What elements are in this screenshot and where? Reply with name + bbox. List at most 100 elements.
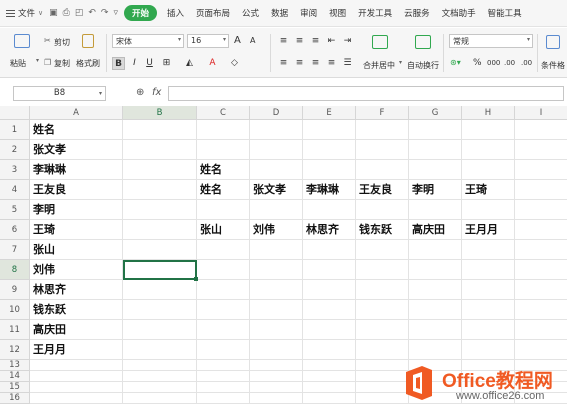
tab-home[interactable]: 开始 <box>124 5 158 21</box>
cell-c5[interactable] <box>197 200 250 220</box>
cell-f4[interactable]: 王友良 <box>356 180 409 200</box>
cell-c16[interactable] <box>197 393 250 404</box>
border-icon[interactable]: ⊞ <box>160 57 173 70</box>
cell-b1[interactable] <box>123 120 197 140</box>
column-header-c[interactable]: C <box>197 106 250 120</box>
row-header-8[interactable]: 8 <box>0 260 30 280</box>
cell-a1[interactable]: 姓名 <box>30 120 123 140</box>
cell-f8[interactable] <box>356 260 409 280</box>
merge-dropdown-icon[interactable]: ▾ <box>399 59 402 66</box>
cell-d5[interactable] <box>250 200 303 220</box>
cell-d12[interactable] <box>250 340 303 360</box>
cell-i10[interactable] <box>515 300 567 320</box>
zoom-icon[interactable]: ⊕ <box>136 87 144 98</box>
cell-d15[interactable] <box>250 382 303 393</box>
cell-g1[interactable] <box>409 120 462 140</box>
cell-a3[interactable]: 李琳琳 <box>30 160 123 180</box>
cell-i7[interactable] <box>515 240 567 260</box>
tab-doc-assistant[interactable]: 文档助手 <box>436 7 482 19</box>
cell-c2[interactable] <box>197 140 250 160</box>
cell-d14[interactable] <box>250 371 303 382</box>
cell-c10[interactable] <box>197 300 250 320</box>
cell-i9[interactable] <box>515 280 567 300</box>
cell-c13[interactable] <box>197 360 250 371</box>
align-middle-icon[interactable]: ≡ <box>293 35 306 48</box>
cell-d4[interactable]: 张文孝 <box>250 180 303 200</box>
tab-page-layout[interactable]: 页面布局 <box>190 7 236 19</box>
fx-icon[interactable]: fx <box>152 87 161 98</box>
cell-d11[interactable] <box>250 320 303 340</box>
cell-e5[interactable] <box>303 200 356 220</box>
cell-c7[interactable] <box>197 240 250 260</box>
cell-a11[interactable]: 高庆田 <box>30 320 123 340</box>
row-header-7[interactable]: 7 <box>0 240 30 260</box>
tab-cloud-service[interactable]: 云服务 <box>398 7 436 19</box>
cut-button[interactable]: 剪切 <box>54 37 70 48</box>
cell-a14[interactable] <box>30 371 123 382</box>
wrap-text-icon[interactable] <box>415 35 431 49</box>
row-header-3[interactable]: 3 <box>0 160 30 180</box>
increase-decimal-button[interactable]: .00 <box>504 59 515 67</box>
formula-input[interactable] <box>168 86 564 101</box>
cell-i11[interactable] <box>515 320 567 340</box>
cell-a12[interactable]: 王月月 <box>30 340 123 360</box>
align-left-icon[interactable]: ≡ <box>277 57 290 70</box>
row-header-13[interactable]: 13 <box>0 360 30 371</box>
tab-insert[interactable]: 插入 <box>161 7 190 19</box>
grow-font-button[interactable]: A <box>234 35 241 46</box>
fill-handle[interactable] <box>194 277 198 281</box>
cell-b14[interactable] <box>123 371 197 382</box>
cell-c11[interactable] <box>197 320 250 340</box>
cell-a8[interactable]: 刘伟 <box>30 260 123 280</box>
cell-d2[interactable] <box>250 140 303 160</box>
cell-i5[interactable] <box>515 200 567 220</box>
indent-increase-icon[interactable]: ⇥ <box>341 35 354 48</box>
number-format-select[interactable]: 常规 ▾ <box>449 34 533 48</box>
cell-d9[interactable] <box>250 280 303 300</box>
cell-f3[interactable] <box>356 160 409 180</box>
cell-a16[interactable] <box>30 393 123 404</box>
cell-e11[interactable] <box>303 320 356 340</box>
cell-e8[interactable] <box>303 260 356 280</box>
font-size-select[interactable]: 16 ▾ <box>187 34 229 48</box>
cell-a5[interactable]: 李明 <box>30 200 123 220</box>
cell-e6[interactable]: 林思齐 <box>303 220 356 240</box>
cell-b15[interactable] <box>123 382 197 393</box>
cell-i2[interactable] <box>515 140 567 160</box>
cell-c15[interactable] <box>197 382 250 393</box>
cell-a13[interactable] <box>30 360 123 371</box>
cell-g2[interactable] <box>409 140 462 160</box>
format-painter-icon[interactable] <box>82 34 94 48</box>
row-header-11[interactable]: 11 <box>0 320 30 340</box>
cell-f6[interactable]: 钱东跃 <box>356 220 409 240</box>
cell-d8[interactable] <box>250 260 303 280</box>
cell-i1[interactable] <box>515 120 567 140</box>
cell-b3[interactable] <box>123 160 197 180</box>
cell-h10[interactable] <box>462 300 515 320</box>
cell-h8[interactable] <box>462 260 515 280</box>
cell-b8[interactable] <box>123 260 197 280</box>
wrap-text-button[interactable]: 自动换行 <box>407 60 439 71</box>
font-name-select[interactable]: 宋体 ▾ <box>112 34 184 48</box>
cell-f7[interactable] <box>356 240 409 260</box>
column-header-g[interactable]: G <box>409 106 462 120</box>
row-header-16[interactable]: 16 <box>0 393 30 404</box>
cell-i3[interactable] <box>515 160 567 180</box>
cell-a6[interactable]: 王琦 <box>30 220 123 240</box>
column-header-f[interactable]: F <box>356 106 409 120</box>
copy-icon[interactable]: ❐ <box>44 58 51 67</box>
cell-h1[interactable] <box>462 120 515 140</box>
cell-d10[interactable] <box>250 300 303 320</box>
cell-b9[interactable] <box>123 280 197 300</box>
fill-color-icon[interactable]: ◭ <box>183 57 196 70</box>
cell-e2[interactable] <box>303 140 356 160</box>
percent-button[interactable]: % <box>473 58 482 68</box>
cell-e7[interactable] <box>303 240 356 260</box>
column-header-a[interactable]: A <box>30 106 123 120</box>
cell-h6[interactable]: 王月月 <box>462 220 515 240</box>
cell-g4[interactable]: 李明 <box>409 180 462 200</box>
cell-d13[interactable] <box>250 360 303 371</box>
cell-b5[interactable] <box>123 200 197 220</box>
cell-g8[interactable] <box>409 260 462 280</box>
paste-button[interactable]: 粘贴 <box>10 58 26 69</box>
